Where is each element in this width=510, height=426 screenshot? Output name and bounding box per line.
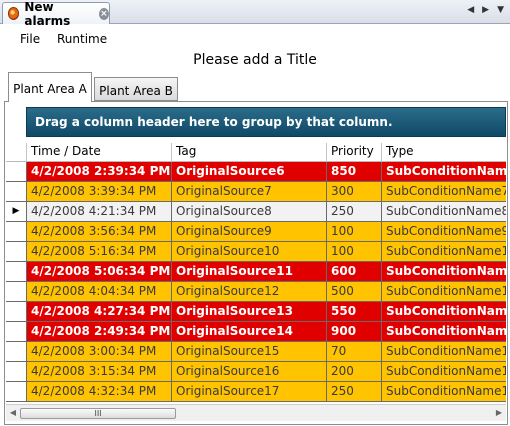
cell-priority: 550 xyxy=(326,302,381,321)
table-row[interactable]: 4/2/2008 4:32:34 PM OriginalSource17 250 Su… xyxy=(6,382,506,402)
table-row[interactable]: 4/2/2008 4:27:34 PM OriginalSource13 550 Su… xyxy=(6,302,506,322)
cell-type: SubConditionName16 xyxy=(381,362,506,381)
table-row[interactable]: 4/2/2008 2:49:34 PM OriginalSource14 900 Su… xyxy=(6,322,506,342)
alarm-grid-rows: 4/2/2008 2:39:34 PM OriginalSource6 850 Sub… xyxy=(6,162,506,402)
row-selector[interactable] xyxy=(6,242,26,261)
table-row[interactable]: 4/2/2008 3:00:34 PM OriginalSource15 70 Sub… xyxy=(6,342,506,362)
row-selector[interactable] xyxy=(6,262,26,281)
cell-type: SubConditionName6 xyxy=(381,162,506,181)
horizontal-scrollbar[interactable]: ◀ III ▶ xyxy=(6,404,506,421)
cell-priority: 70 xyxy=(326,342,381,361)
cell-time: 4/2/2008 4:32:34 PM xyxy=(26,382,171,401)
cell-time: 4/2/2008 3:39:34 PM xyxy=(26,182,171,201)
scroll-right-icon[interactable]: ▶ xyxy=(493,407,505,419)
group-by-panel[interactable]: Drag a column header here to group by th… xyxy=(26,107,506,137)
cell-tag: OriginalSource9 xyxy=(171,222,326,241)
cell-priority: 100 xyxy=(326,242,381,261)
scroll-left-icon[interactable]: ◀ xyxy=(7,407,19,419)
table-row[interactable]: 4/2/2008 3:56:34 PM OriginalSource9 100 Sub… xyxy=(6,222,506,242)
cell-type: SubConditionName17 xyxy=(381,382,506,401)
document-tab-strip: New alarms × ◀ ▶ ▼ xyxy=(0,0,510,28)
grid-header: Time / Date Tag Priority Type xyxy=(6,143,506,162)
scroll-thumb[interactable]: III xyxy=(20,408,176,419)
row-selector[interactable] xyxy=(6,182,26,201)
cell-priority: 900 xyxy=(326,322,381,341)
document-tab-label: New alarms xyxy=(24,0,71,28)
cell-tag: OriginalSource13 xyxy=(171,302,326,321)
cell-type: SubConditionName12 xyxy=(381,282,506,301)
cell-type: SubConditionName11 xyxy=(381,262,506,281)
document-tab-new-alarms[interactable]: New alarms × xyxy=(2,0,110,28)
menu-file[interactable]: File xyxy=(20,32,40,46)
cell-time: 4/2/2008 5:06:34 PM xyxy=(26,262,171,281)
row-selector[interactable] xyxy=(6,322,26,341)
close-icon[interactable]: × xyxy=(98,7,109,20)
cell-tag: OriginalSource12 xyxy=(171,282,326,301)
cell-time: 4/2/2008 2:39:34 PM xyxy=(26,162,171,181)
row-selector[interactable] xyxy=(6,302,26,321)
cell-priority: 250 xyxy=(326,202,381,221)
cell-priority: 250 xyxy=(326,382,381,401)
table-row[interactable]: 4/2/2008 5:06:34 PM OriginalSource11 600 Su… xyxy=(6,262,506,282)
menu-runtime[interactable]: Runtime xyxy=(57,32,107,46)
column-header-tag[interactable]: Tag xyxy=(171,143,326,162)
tab-plant-area-a[interactable]: Plant Area A xyxy=(8,72,92,102)
row-selector[interactable] xyxy=(6,222,26,241)
cell-priority: 200 xyxy=(326,362,381,381)
cell-time: 4/2/2008 3:00:34 PM xyxy=(26,342,171,361)
page-title: Please add a Title xyxy=(193,52,317,68)
cell-type: SubConditionName10 xyxy=(381,242,506,261)
cell-tag: OriginalSource10 xyxy=(171,242,326,261)
cell-tag: OriginalSource7 xyxy=(171,182,326,201)
row-selector[interactable] xyxy=(6,362,26,381)
alarm-app-icon xyxy=(8,7,20,20)
current-row-arrow-icon[interactable]: ▶ xyxy=(6,202,26,221)
cell-tag: OriginalSource14 xyxy=(171,322,326,341)
cell-tag: OriginalSource11 xyxy=(171,262,326,281)
cell-type: SubConditionName8 xyxy=(381,202,506,221)
cell-time: 4/2/2008 3:56:34 PM xyxy=(26,222,171,241)
cell-priority: 600 xyxy=(326,262,381,281)
row-selector[interactable] xyxy=(6,342,26,361)
row-selector[interactable] xyxy=(6,282,26,301)
scroll-tabs-left-icon[interactable]: ◀ xyxy=(467,5,474,15)
table-row[interactable]: 4/2/2008 2:39:34 PM OriginalSource6 850 Sub… xyxy=(6,162,506,182)
cell-priority: 100 xyxy=(326,222,381,241)
cell-type: SubConditionName9 xyxy=(381,222,506,241)
table-row[interactable]: 4/2/2008 3:39:34 PM OriginalSource7 300 Sub… xyxy=(6,182,506,202)
cell-time: 4/2/2008 4:04:34 PM xyxy=(26,282,171,301)
cell-time: 4/2/2008 4:27:34 PM xyxy=(26,302,171,321)
cell-time: 4/2/2008 5:16:34 PM xyxy=(26,242,171,261)
cell-priority: 500 xyxy=(326,282,381,301)
scroll-tabs-right-icon[interactable]: ▶ xyxy=(482,5,489,15)
cell-type: SubConditionName15 xyxy=(381,342,506,361)
column-header-priority[interactable]: Priority xyxy=(326,143,381,162)
table-row[interactable]: 4/2/2008 3:15:34 PM OriginalSource16 200 Su… xyxy=(6,362,506,382)
cell-tag: OriginalSource6 xyxy=(171,162,326,181)
table-row[interactable]: 4/2/2008 4:04:34 PM OriginalSource12 500 Su… xyxy=(6,282,506,302)
column-header-time[interactable]: Time / Date xyxy=(26,143,171,162)
row-selector[interactable] xyxy=(6,382,26,401)
cell-time: 4/2/2008 3:15:34 PM xyxy=(26,362,171,381)
cell-type: SubConditionName14 xyxy=(381,322,506,341)
row-selector[interactable] xyxy=(6,162,26,181)
cell-time: 4/2/2008 4:21:34 PM xyxy=(26,202,171,221)
cell-tag: OriginalSource16 xyxy=(171,362,326,381)
cell-priority: 850 xyxy=(326,162,381,181)
column-header-type[interactable]: Type xyxy=(381,143,506,162)
cell-priority: 300 xyxy=(326,182,381,201)
cell-tag: OriginalSource15 xyxy=(171,342,326,361)
menu-bar: File Runtime xyxy=(0,25,510,51)
cell-tag: OriginalSource8 xyxy=(171,202,326,221)
tab-list-dropdown-icon[interactable]: ▼ xyxy=(497,5,504,15)
cell-type: SubConditionName13 xyxy=(381,302,506,321)
tab-plant-area-b[interactable]: Plant Area B xyxy=(94,77,178,101)
cell-time: 4/2/2008 2:49:34 PM xyxy=(26,322,171,341)
table-row[interactable]: ▶ 4/2/2008 4:21:34 PM OriginalSource8 250 Su… xyxy=(6,202,506,222)
cell-tag: OriginalSource17 xyxy=(171,382,326,401)
table-row[interactable]: 4/2/2008 5:16:34 PM OriginalSource10 100 Su… xyxy=(6,242,506,262)
cell-type: SubConditionName7 xyxy=(381,182,506,201)
